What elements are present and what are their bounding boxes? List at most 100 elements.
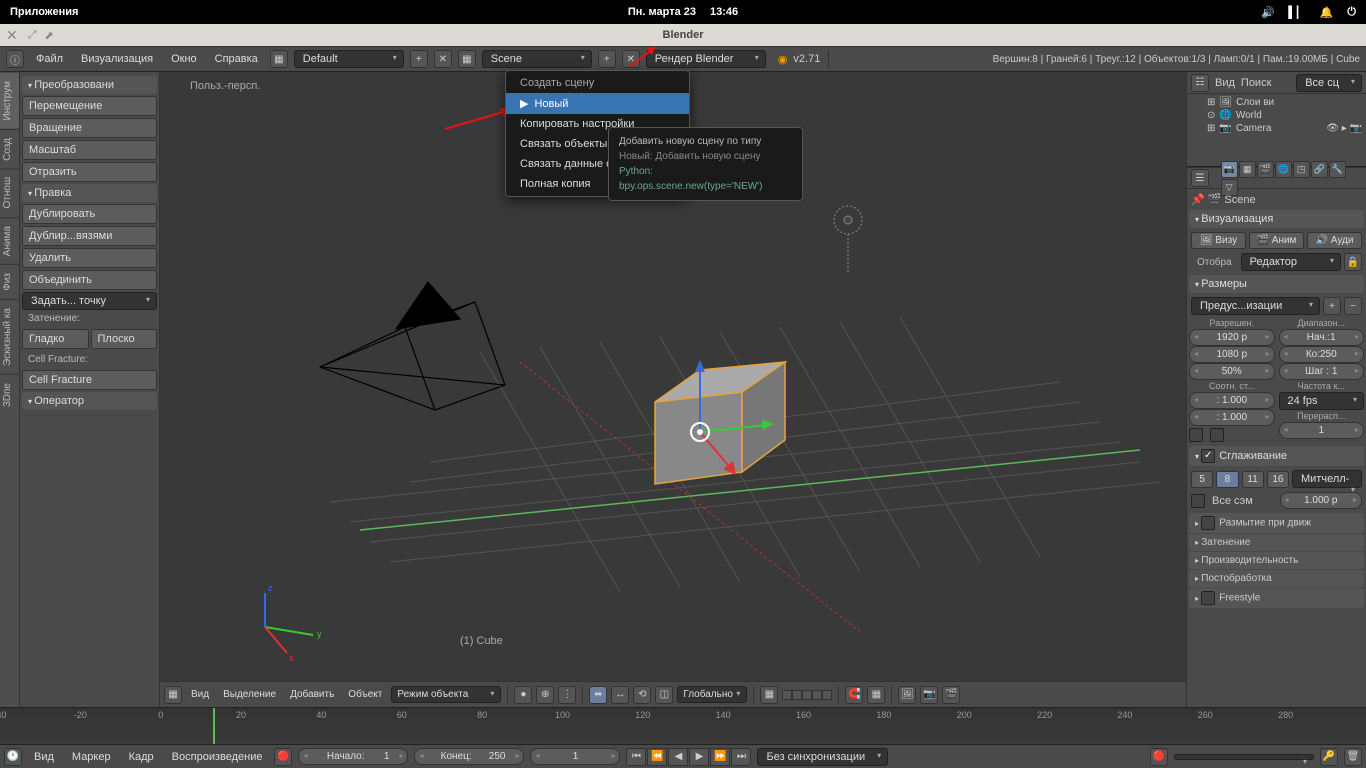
edit-panel-header[interactable]: Правка [22,184,157,202]
outliner-search-menu[interactable]: Поиск [1241,77,1271,89]
layer-buttons[interactable] [782,690,832,700]
tab-scene-icon[interactable]: 🎬 [1257,161,1274,178]
window-close-icon[interactable]: ✕ [6,27,18,44]
vp-object-menu[interactable]: Объект [343,687,387,702]
render-anim-button[interactable]: 🎬 Аним [1249,232,1304,249]
remap-field[interactable]: 1 [1279,422,1365,439]
tl-marker-menu[interactable]: Маркер [66,749,117,765]
join-button[interactable]: Объединить [22,270,157,290]
aspect-x-field[interactable]: : 1.000 [1189,392,1275,409]
window-max-icon[interactable]: ⬈ [45,29,54,42]
orientation-dropdown[interactable]: Глобально [677,686,747,703]
post-panel-header[interactable]: Постобработка [1189,570,1364,587]
preset-del-icon[interactable]: − [1344,297,1362,315]
power-icon[interactable]: ⏻ [1347,6,1356,19]
render-audio-button[interactable]: 🔊 Ауди [1307,232,1362,249]
performance-panel-header[interactable]: Производительность [1189,552,1364,569]
tab-create[interactable]: Созд [0,129,19,169]
keying-set-dropdown[interactable] [1174,754,1314,760]
opengl-anim-icon[interactable]: 🎬 [942,686,960,704]
autokey-toggle-icon[interactable]: 🔴 [1150,748,1168,766]
tl-frame-menu[interactable]: Кадр [123,749,160,765]
cellfracture-button[interactable]: Cell Fracture [22,370,157,390]
translate-button[interactable]: Перемещение [22,96,157,116]
start-frame-field[interactable]: Начало: 1 [298,748,408,765]
frame-start-field[interactable]: Нач.:1 [1279,329,1365,346]
outliner-item-camera[interactable]: ⊞ 📷 Camera 👁 ▸ 📷 [1191,122,1362,135]
jump-end-icon[interactable]: ⏭ [731,748,751,766]
keyframe-prev-icon[interactable]: ⏪ [647,748,667,766]
scene-browse-icon[interactable]: ▦ [458,50,476,68]
mblur-panel-header[interactable]: Размытие при движ [1189,513,1364,533]
timeline-cursor[interactable] [213,708,215,744]
mblur-checkbox[interactable] [1201,516,1215,530]
vp-select-menu[interactable]: Выделение [218,687,281,702]
scale-button[interactable]: Масштаб [22,140,157,160]
tab-relations[interactable]: Отнош [0,168,19,216]
tab-tools[interactable]: Инструм [0,72,19,129]
sync-dropdown[interactable]: Без синхронизации [757,748,888,766]
view3d-editor-icon[interactable]: ▦ [164,686,182,704]
tab-3dprint[interactable]: 3Dпе [0,374,19,415]
tab-modifiers-icon[interactable]: 🔧 [1329,161,1346,178]
render-preset-dropdown[interactable]: Предус...изации [1191,297,1320,315]
shade-flat-button[interactable]: Плоско [91,329,158,349]
preset-add-icon[interactable]: + [1323,297,1341,315]
aa-enable-checkbox[interactable] [1201,449,1215,463]
help-menu[interactable]: Справка [209,51,264,67]
operator-panel-header[interactable]: Оператор [22,392,157,410]
end-frame-field[interactable]: Конец: 250 [414,748,524,765]
aa-panel-header[interactable]: Сглаживание [1189,446,1364,466]
timeline[interactable]: -40-200204060801001201401601802002202402… [0,707,1366,744]
mode-dropdown[interactable]: Режим объекта [391,686,501,703]
timeline-editor-icon[interactable]: 🕐 [4,748,22,766]
transform-panel-header[interactable]: Преобразовани [22,76,157,94]
pivot-icon[interactable]: ⊕ [536,686,554,704]
mirror-button[interactable]: Отразить [22,162,157,182]
apps-menu[interactable]: Приложения [10,6,78,18]
display-mode-dropdown[interactable]: Редактор [1241,253,1341,271]
border-checkbox[interactable] [1189,428,1203,442]
freestyle-checkbox[interactable] [1201,591,1215,605]
res-pct-field[interactable]: 50% [1189,363,1275,380]
res-y-field[interactable]: 1080 р [1189,346,1275,363]
key-insert-icon[interactable]: 🔑 [1320,748,1338,766]
timeline-ruler[interactable]: -40-200204060801001201401601802002202402… [0,708,1366,744]
manipulator-scale-icon[interactable]: ◫ [655,686,673,704]
frame-step-field[interactable]: Шаг : 1 [1279,363,1365,380]
lock-icon[interactable]: 🔒 [1344,253,1362,271]
volume-icon[interactable]: 🔊 [1261,6,1275,19]
manipulator-rotate-icon[interactable]: ⟲ [633,686,651,704]
opengl-render-icon[interactable]: 📷 [920,686,938,704]
pin-icon[interactable]: 📌 [1191,193,1205,206]
key-delete-icon[interactable]: 🗑 [1344,748,1362,766]
screen-browse-icon[interactable]: ▦ [270,50,288,68]
tl-view-menu[interactable]: Вид [28,749,60,765]
fullsample-checkbox[interactable] [1191,494,1205,508]
tab-constraints-icon[interactable]: 🔗 [1311,161,1328,178]
window-menu[interactable]: Окно [165,51,203,67]
render-preview-icon[interactable]: 🖼 [898,686,916,704]
tab-render-icon[interactable]: 📷 [1221,161,1238,178]
outliner-item-renderlayers[interactable]: ⊞ 🖼 Слои ви [1191,96,1362,109]
manipulator-translate-icon[interactable]: ↔ [611,686,629,704]
delete-button[interactable]: Удалить [22,248,157,268]
res-x-field[interactable]: 1920 р [1189,329,1275,346]
tab-gpencil[interactable]: Эскизный ка [0,299,19,374]
manipulator-toggle-icon[interactable]: ⬌ [589,686,607,704]
shade-smooth-button[interactable]: Гладко [22,329,89,349]
snap-type-icon[interactable]: ▦ [867,686,885,704]
render-menu[interactable]: Визуализация [75,51,159,67]
scene-add-icon[interactable]: + [598,50,616,68]
editor-type-icon[interactable]: ⓘ [6,50,24,68]
aspect-y-field[interactable]: : 1.000 [1189,409,1275,426]
fps-dropdown[interactable]: 24 fps [1279,392,1365,410]
current-frame-field[interactable]: 1 [530,748,620,765]
freestyle-panel-header[interactable]: Freestyle [1189,588,1364,608]
duplicate-linked-button[interactable]: Дублир...вязями [22,226,157,246]
aa-5-button[interactable]: 5 [1191,471,1213,488]
aa-filter-dropdown[interactable]: Митчелл- [1292,470,1362,488]
autokey-icon[interactable]: 🔴 [274,748,292,766]
layers-icon[interactable]: ▦ [760,686,778,704]
snap-icon[interactable]: 🧲 [845,686,863,704]
